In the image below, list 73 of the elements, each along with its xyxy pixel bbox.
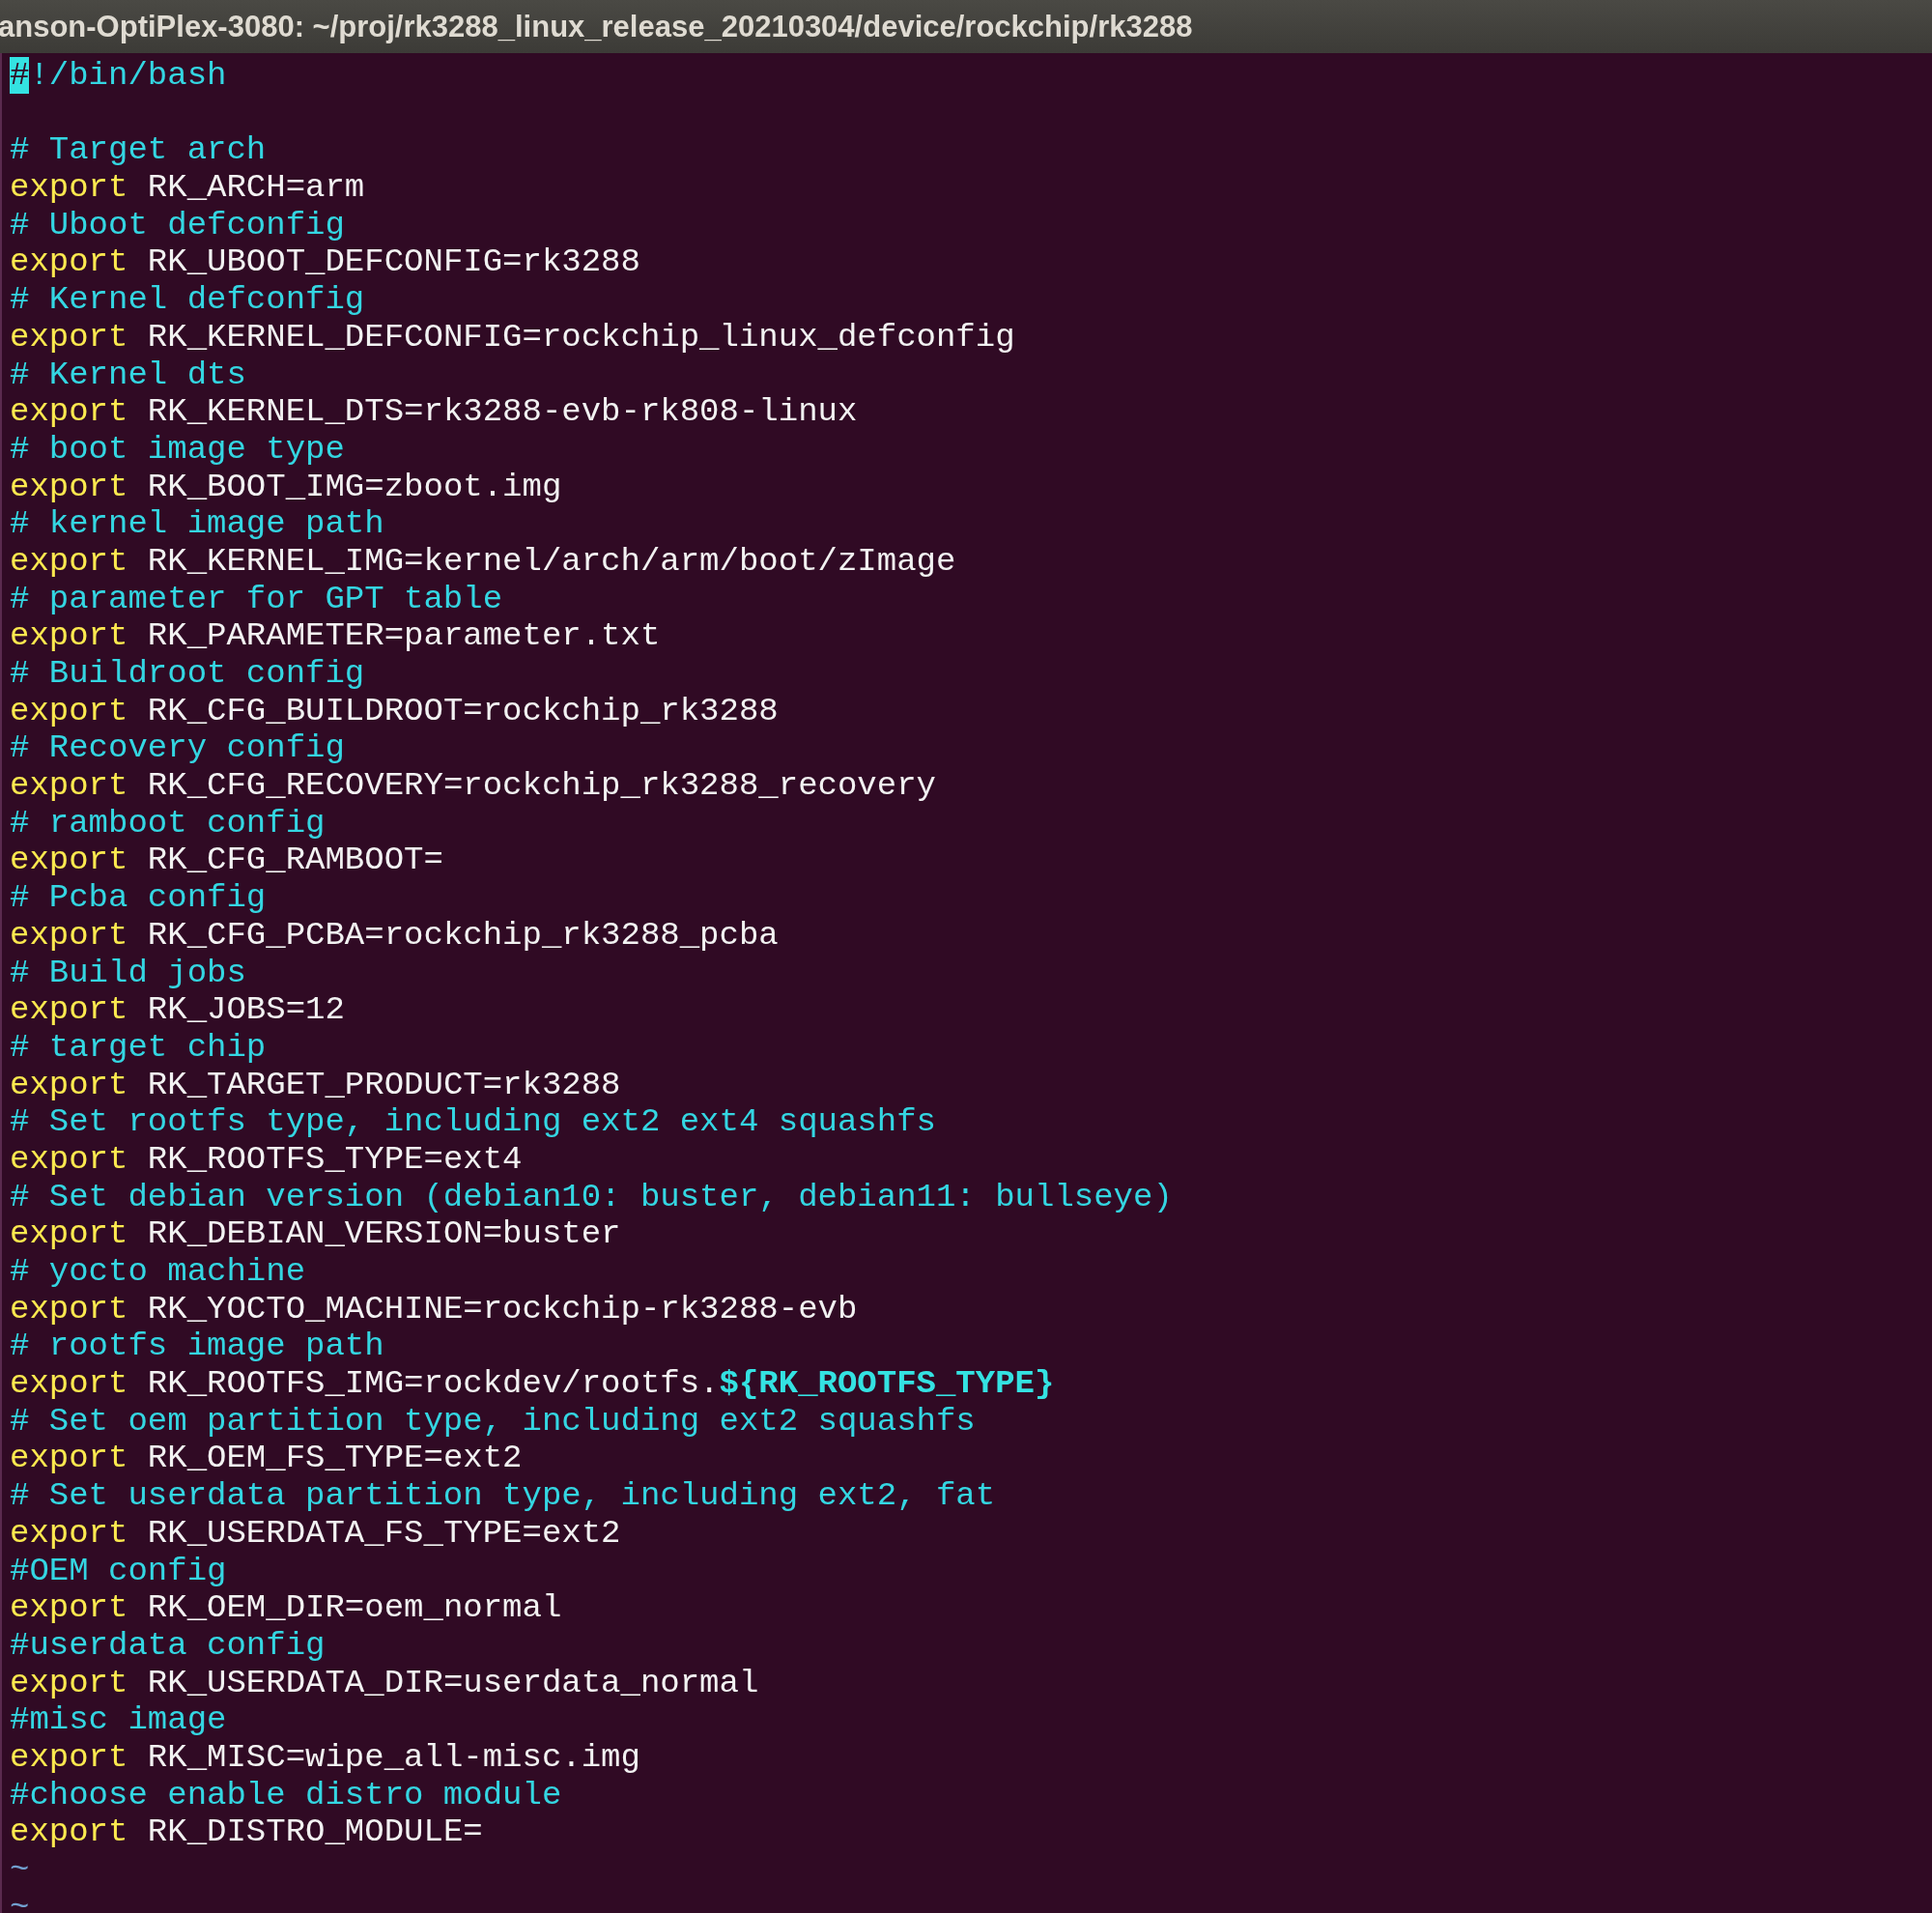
comment-line: # Kernel defconfig <box>10 281 365 319</box>
export-keyword: export <box>10 318 128 356</box>
comment-line: # Set debian version (debian10: buster, debian11: bullseye) <box>10 1178 1173 1215</box>
shebang-text: !/bin/bash <box>29 57 227 94</box>
variable-assignment: RK_UBOOT_DEFCONFIG=rk3288 <box>147 243 640 281</box>
export-keyword: export <box>10 1440 128 1477</box>
variable-assignment: RK_TARGET_PRODUCT=rk3288 <box>147 1066 621 1103</box>
variable-assignment: RK_KERNEL_IMG=kernel/arch/arm/boot/zImage <box>147 542 956 580</box>
comment-line: # boot image type <box>10 430 345 468</box>
variable-assignment: RK_BOOT_IMG=zboot.img <box>147 468 562 505</box>
comment-line: # yocto machine <box>10 1253 306 1290</box>
comment-line: # Uboot defconfig <box>10 206 345 243</box>
export-keyword: export <box>10 1664 128 1701</box>
comment-line: #OEM config <box>10 1552 227 1589</box>
comment-line: # Kernel dts <box>10 356 246 393</box>
export-keyword: export <box>10 1738 128 1776</box>
variable-assignment: RK_OEM_DIR=oem_normal <box>147 1589 562 1627</box>
export-keyword: export <box>10 991 128 1029</box>
export-keyword: export <box>10 692 128 729</box>
variable-assignment: RK_PARAMETER=parameter.txt <box>147 617 661 655</box>
comment-line: #userdata config <box>10 1626 326 1664</box>
variable-assignment: RK_CFG_PCBA=rockchip_rk3288_pcba <box>147 916 779 954</box>
export-keyword: export <box>10 1290 128 1328</box>
comment-line: # Set oem partition type, including ext2 squashfs <box>10 1402 976 1440</box>
comment-line: #misc image <box>10 1701 227 1739</box>
export-keyword: export <box>10 767 128 805</box>
variable-assignment: RK_CFG_RECOVERY=rockchip_rk3288_recovery <box>147 767 936 805</box>
export-keyword: export <box>10 542 128 580</box>
export-keyword: export <box>10 393 128 431</box>
comment-line: # Set userdata partition type, including ext2, fat <box>10 1477 996 1515</box>
variable-assignment: RK_ROOTFS_IMG=rockdev/rootfs.${RK_ROOTFS_TYPE} <box>147 1365 1055 1403</box>
variable-assignment: RK_ROOTFS_TYPE=ext4 <box>147 1140 523 1178</box>
export-keyword: export <box>10 1514 128 1552</box>
export-keyword: export <box>10 916 128 954</box>
export-keyword: export <box>10 169 128 207</box>
export-keyword: export <box>10 617 128 655</box>
export-keyword: export <box>10 243 128 281</box>
export-keyword: export <box>10 468 128 505</box>
variable-assignment: RK_YOCTO_MACHINE=rockchip-rk3288-evb <box>147 1290 858 1328</box>
comment-line: # Build jobs <box>10 954 246 991</box>
text-cursor: # <box>10 57 30 94</box>
export-keyword: export <box>10 1066 128 1103</box>
export-keyword: export <box>10 1215 128 1253</box>
export-keyword: export <box>10 1140 128 1178</box>
export-keyword: export <box>10 1813 128 1851</box>
comment-line: # Buildroot config <box>10 655 365 692</box>
variable-assignment: RK_OEM_FS_TYPE=ext2 <box>147 1440 523 1477</box>
comment-line: # Set rootfs type, including ext2 ext4 squashfs <box>10 1103 936 1141</box>
comment-line: # ramboot config <box>10 804 326 842</box>
comment-line: #choose enable distro module <box>10 1776 562 1813</box>
comment-line: # Target arch <box>10 131 267 169</box>
comment-line: # Recovery config <box>10 729 345 767</box>
export-keyword: export <box>10 842 128 879</box>
variable-assignment: RK_DISTRO_MODULE= <box>147 1813 483 1851</box>
export-keyword: export <box>10 1365 128 1403</box>
empty-line-marker: ~ <box>10 1851 30 1888</box>
variable-assignment: RK_ARCH=arm <box>147 169 365 207</box>
comment-line: # target chip <box>10 1028 267 1066</box>
variable-assignment: RK_KERNEL_DTS=rk3288-evb-rk808-linux <box>147 393 858 431</box>
variable-assignment: RK_USERDATA_DIR=userdata_normal <box>147 1664 759 1701</box>
variable-assignment: RK_MISC=wipe_all-misc.img <box>147 1738 640 1776</box>
variable-assignment: RK_USERDATA_FS_TYPE=ext2 <box>147 1514 621 1552</box>
variable-assignment: RK_CFG_RAMBOOT= <box>147 842 443 879</box>
comment-line: # parameter for GPT table <box>10 580 503 617</box>
variable-assignment: RK_KERNEL_DEFCONFIG=rockchip_linux_defconfig <box>147 318 1015 356</box>
variable-assignment: RK_CFG_BUILDROOT=rockchip_rk3288 <box>147 692 779 729</box>
export-keyword: export <box>10 1589 128 1627</box>
comment-line: # rootfs image path <box>10 1328 384 1365</box>
variable-assignment: RK_DEBIAN_VERSION=buster <box>147 1215 621 1253</box>
empty-line-marker: ~ <box>10 1888 30 1913</box>
variable-assignment: RK_JOBS=12 <box>147 991 345 1029</box>
comment-line: # Pcba config <box>10 879 267 917</box>
comment-line: # kernel image path <box>10 505 384 543</box>
